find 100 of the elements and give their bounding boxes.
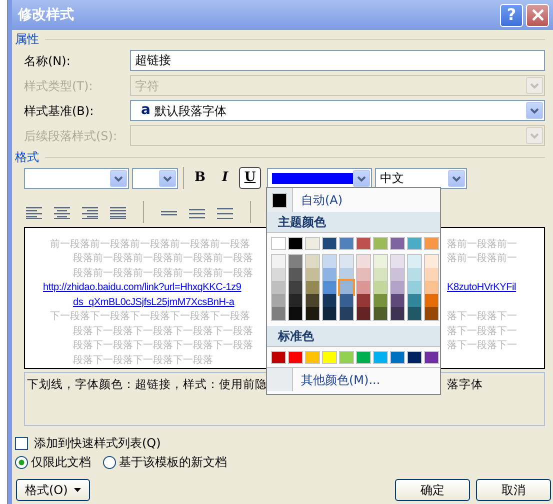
font-color-select[interactable] — [267, 168, 372, 188]
ok-button[interactable]: 确定 — [395, 479, 470, 501]
link-text[interactable]: ds_qXmBL0cJSjfsL25jmM7XcsBnH-a — [73, 296, 234, 308]
color-swatch[interactable] — [408, 294, 421, 307]
align-left-icon[interactable] — [26, 206, 42, 218]
color-swatch[interactable] — [425, 307, 438, 320]
color-swatch[interactable] — [272, 268, 285, 281]
color-swatch[interactable] — [272, 294, 285, 307]
color-swatch[interactable] — [305, 351, 320, 364]
color-swatch[interactable] — [373, 237, 388, 250]
color-swatch[interactable] — [357, 255, 370, 268]
justify-icon[interactable] — [110, 206, 126, 218]
color-swatch[interactable] — [323, 281, 336, 294]
name-field[interactable]: 超链接 — [130, 50, 545, 71]
color-swatch[interactable] — [289, 268, 302, 281]
color-swatch[interactable] — [374, 255, 387, 268]
color-swatch[interactable] — [357, 268, 370, 281]
cancel-button[interactable]: 取消 — [476, 479, 551, 501]
color-swatch[interactable] — [425, 255, 438, 268]
close-button[interactable] — [526, 4, 549, 26]
link-text[interactable]: K8zutoHVrKYFil — [447, 280, 516, 296]
color-swatch[interactable] — [408, 281, 421, 294]
color-swatch[interactable] — [356, 351, 371, 364]
double-spacing-icon[interactable] — [217, 206, 233, 218]
radio-button[interactable] — [103, 456, 116, 468]
color-swatch[interactable] — [390, 351, 405, 364]
color-swatch[interactable] — [408, 255, 421, 268]
color-swatch[interactable] — [374, 294, 387, 307]
color-swatch[interactable] — [408, 268, 421, 281]
color-swatch[interactable] — [323, 268, 336, 281]
align-center-icon[interactable] — [54, 206, 70, 218]
color-swatch[interactable] — [323, 255, 336, 268]
checkbox-label: 添加到快速样式列表(Q) — [34, 435, 161, 452]
color-swatch[interactable] — [391, 281, 404, 294]
color-swatch[interactable] — [289, 307, 302, 320]
more-colors-item[interactable]: 其他颜色(M)... — [267, 367, 440, 391]
select-value: 字符 — [135, 78, 159, 94]
color-swatch[interactable] — [288, 237, 303, 250]
italic-button[interactable]: I — [214, 167, 236, 189]
color-swatch[interactable] — [357, 294, 370, 307]
format-button[interactable]: 格式(O) — [16, 479, 90, 501]
field-label: 名称(N): — [24, 52, 72, 70]
color-swatch[interactable] — [424, 351, 439, 364]
color-swatch[interactable] — [322, 237, 337, 250]
color-swatch[interactable] — [408, 307, 421, 320]
color-swatch[interactable] — [374, 307, 387, 320]
color-swatch[interactable] — [323, 294, 336, 307]
radio-button[interactable] — [15, 456, 28, 468]
color-swatch[interactable] — [357, 281, 370, 294]
color-swatch[interactable] — [272, 307, 285, 320]
color-swatch[interactable] — [340, 281, 353, 294]
color-swatch[interactable] — [425, 268, 438, 281]
auto-color-item[interactable]: 自动(A) — [267, 188, 440, 212]
color-swatch[interactable] — [374, 281, 387, 294]
color-swatch[interactable] — [391, 294, 404, 307]
color-swatch[interactable] — [306, 307, 319, 320]
color-swatch[interactable] — [306, 255, 319, 268]
align-right-icon[interactable] — [82, 206, 98, 218]
color-swatch[interactable] — [407, 351, 422, 364]
color-swatch[interactable] — [407, 237, 422, 250]
color-swatch[interactable] — [340, 294, 353, 307]
color-swatch[interactable] — [289, 294, 302, 307]
color-swatch[interactable] — [288, 351, 303, 364]
paragraph-style-icon: a — [141, 100, 150, 121]
color-swatch[interactable] — [340, 307, 353, 320]
language-select[interactable]: 中文 — [375, 168, 467, 188]
color-swatch[interactable] — [356, 237, 371, 250]
color-swatch[interactable] — [373, 351, 388, 364]
color-swatch[interactable] — [306, 281, 319, 294]
color-swatch[interactable] — [339, 237, 354, 250]
color-swatch[interactable] — [391, 268, 404, 281]
color-swatch[interactable] — [390, 237, 405, 250]
color-swatch[interactable] — [425, 294, 438, 307]
color-swatch[interactable] — [425, 281, 438, 294]
color-swatch[interactable] — [391, 307, 404, 320]
checkbox[interactable] — [15, 436, 28, 450]
color-swatch[interactable] — [374, 268, 387, 281]
font-select[interactable] — [24, 168, 129, 188]
color-swatch[interactable] — [271, 237, 286, 250]
color-swatch[interactable] — [305, 237, 320, 250]
link-text[interactable]: http://zhidao.baidu.com/link?url=HhxqKKC-1z9 — [43, 282, 242, 294]
style-select[interactable]: a 默认段落字体 — [130, 100, 545, 121]
color-swatch[interactable] — [340, 255, 353, 268]
color-swatch[interactable] — [289, 281, 302, 294]
color-swatch[interactable] — [272, 281, 285, 294]
color-swatch[interactable] — [306, 268, 319, 281]
color-swatch[interactable] — [424, 237, 439, 250]
color-swatch[interactable] — [306, 294, 319, 307]
color-swatch[interactable] — [322, 351, 337, 364]
bold-button[interactable]: B — [189, 167, 211, 189]
color-swatch[interactable] — [271, 351, 286, 364]
color-swatch[interactable] — [391, 255, 404, 268]
size-select[interactable] — [132, 168, 178, 188]
underline-button[interactable]: U — [239, 167, 261, 189]
color-swatch[interactable] — [289, 255, 302, 268]
color-swatch[interactable] — [339, 351, 354, 364]
color-swatch[interactable] — [357, 307, 370, 320]
color-swatch[interactable] — [323, 307, 336, 320]
color-swatch[interactable] — [272, 255, 285, 268]
preview-text: 段落前一段落前一段落前一段落前一段落 — [73, 253, 253, 264]
